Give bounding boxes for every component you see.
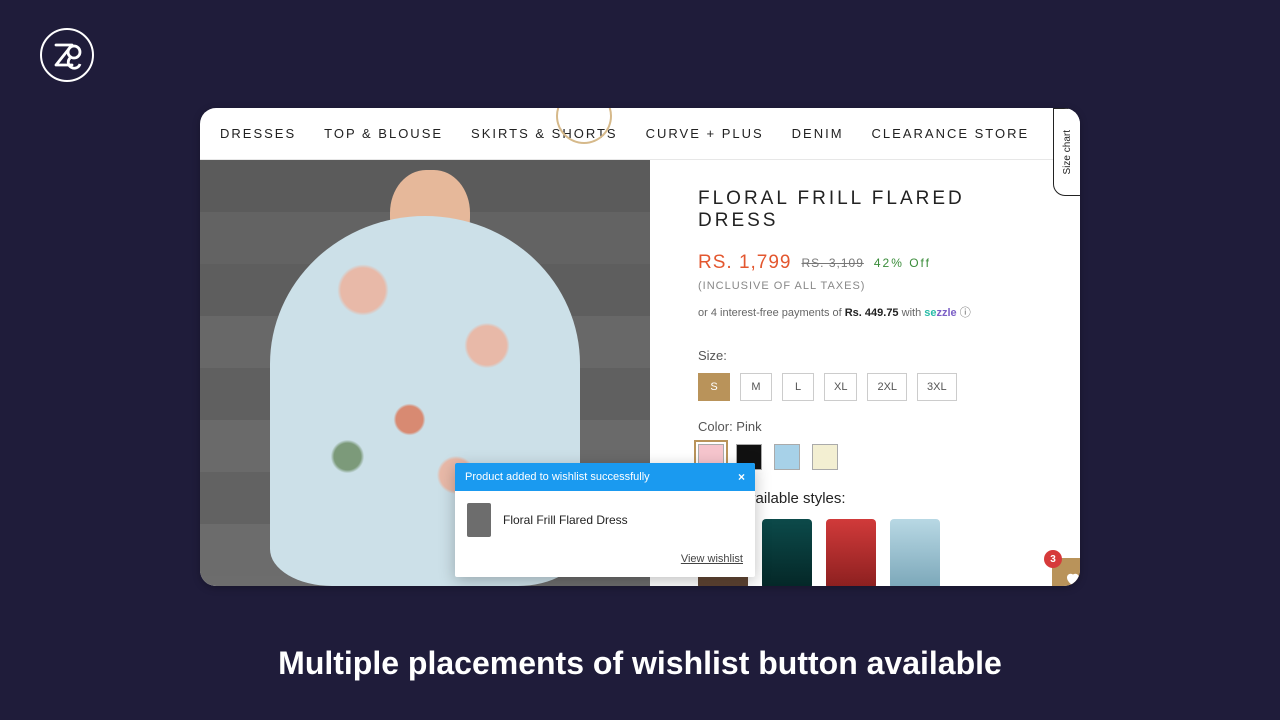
view-wishlist-link[interactable]: View wishlist [681, 553, 743, 565]
product-discount: 42% Off [874, 256, 931, 270]
style-thumb-2[interactable] [762, 519, 812, 586]
sezzle-brand: sezzle [924, 307, 960, 319]
style-thumb-4[interactable] [890, 519, 940, 586]
size-label: Size: [698, 348, 1050, 363]
product-orig-price: RS. 3,109 [802, 256, 864, 270]
toast-product-name: Floral Frill Flared Dress [503, 513, 628, 527]
swatch-cream[interactable] [812, 444, 838, 470]
nav-clearance[interactable]: CLEARANCE STORE [858, 126, 1044, 141]
size-m[interactable]: M [740, 373, 772, 401]
color-label: Color: Pink [698, 419, 1050, 434]
sezzle-with: with [902, 307, 925, 319]
swatch-blue[interactable] [774, 444, 800, 470]
sezzle-row: or 4 interest-free payments of Rs. 449.7… [698, 304, 1050, 320]
tax-note: (INCLUSIVE OF ALL TAXES) [698, 280, 1050, 292]
style-thumb-3[interactable] [826, 519, 876, 586]
size-s[interactable]: S [698, 373, 730, 401]
info-icon[interactable]: ⓘ [960, 307, 971, 319]
product-screenshot-panel: DRESSES TOP & BLOUSE SKIRTS & SHORTS CUR… [200, 108, 1080, 586]
toast-product-thumb [467, 503, 491, 537]
size-options: S M L XL 2XL 3XL [698, 373, 1050, 401]
size-l[interactable]: L [782, 373, 814, 401]
nav-top-blouse[interactable]: TOP & BLOUSE [310, 126, 457, 141]
slide-caption: Multiple placements of wishlist button a… [0, 645, 1280, 682]
sezzle-brand-a: se [924, 307, 936, 319]
nav-curve-plus[interactable]: CURVE + PLUS [632, 126, 778, 141]
product-price: RS. 1,799 [698, 252, 792, 274]
sezzle-brand-b: zzle [937, 307, 957, 319]
toast-title: Product added to wishlist successfully [465, 471, 650, 483]
heart-icon [1064, 570, 1080, 586]
toast-close-button[interactable]: × [738, 470, 745, 484]
wishlist-fab[interactable]: 3 [1052, 558, 1080, 586]
sezzle-prefix: or 4 interest-free payments of [698, 307, 845, 319]
main-nav: DRESSES TOP & BLOUSE SKIRTS & SHORTS CUR… [200, 108, 1080, 160]
wishlist-toast: Product added to wishlist successfully ×… [455, 463, 755, 577]
size-2xl[interactable]: 2XL [867, 373, 907, 401]
size-xl[interactable]: XL [824, 373, 857, 401]
size-chart-tab[interactable]: Size chart [1053, 108, 1080, 196]
nav-dresses[interactable]: DRESSES [206, 126, 310, 141]
sezzle-amount: Rs. 449.75 [845, 307, 899, 319]
size-3xl[interactable]: 3XL [917, 373, 957, 401]
nav-denim[interactable]: DENIM [778, 126, 858, 141]
wishlist-count-badge: 3 [1044, 550, 1062, 568]
size-chart-label: Size chart [1062, 130, 1073, 174]
product-title: FLORAL FRILL FLARED DRESS [698, 188, 1050, 232]
brand-logo [40, 28, 94, 82]
